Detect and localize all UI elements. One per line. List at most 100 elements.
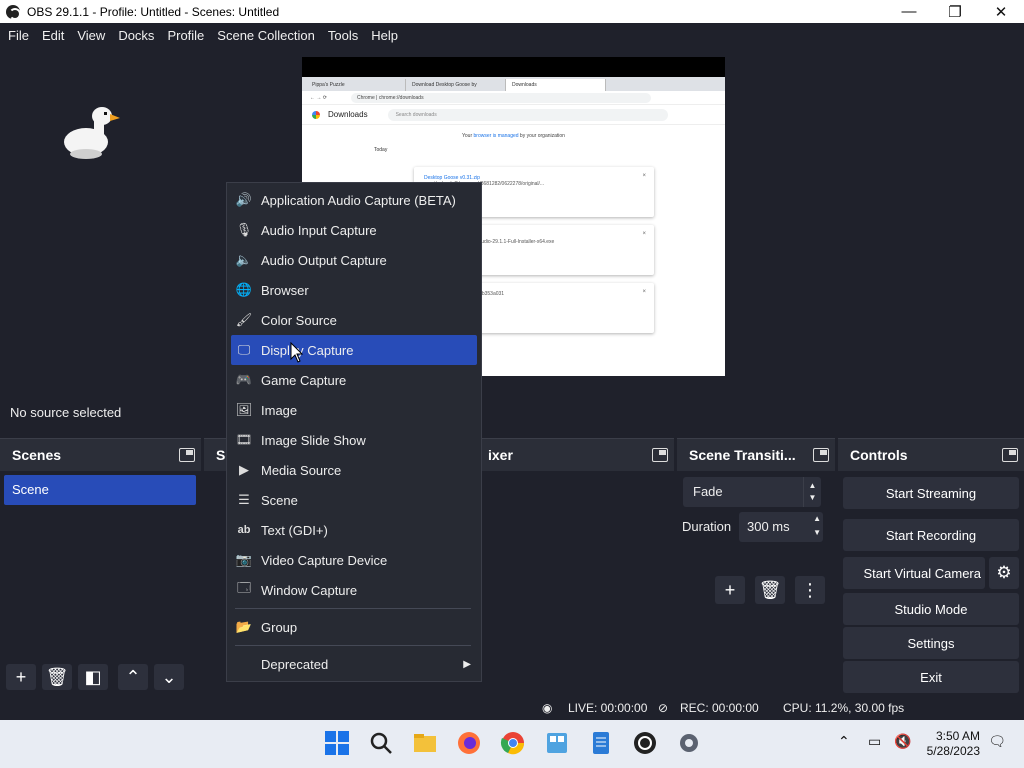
- menu-help[interactable]: Help: [371, 28, 398, 43]
- add-transition-button[interactable]: +: [715, 576, 745, 604]
- microphone-icon: 🎙: [235, 222, 253, 237]
- studio-mode-button[interactable]: Studio Mode: [843, 593, 1019, 625]
- scene-filters-button[interactable]: ◧: [78, 664, 108, 690]
- menu-scene-collection[interactable]: Scene Collection: [217, 28, 315, 43]
- volume-icon[interactable]: 🔇: [894, 733, 911, 750]
- menu-item-app-audio-capture[interactable]: 🔊 Application Audio Capture (BETA): [231, 185, 477, 215]
- settings-button[interactable]: Settings: [843, 627, 1019, 659]
- menu-item-group[interactable]: 📂 Group: [231, 612, 477, 642]
- minimize-button[interactable]: —: [886, 0, 932, 23]
- menu-item-game-capture[interactable]: 🎮 Game Capture: [231, 365, 477, 395]
- notepad-icon[interactable]: [588, 730, 614, 756]
- scene-list-item[interactable]: Scene: [4, 475, 196, 505]
- menu-edit[interactable]: Edit: [42, 28, 64, 43]
- start-virtual-camera-button[interactable]: Start Virtual Camera: [843, 557, 985, 589]
- menu-item-audio-output-capture[interactable]: 🔈 Audio Output Capture: [231, 245, 477, 275]
- live-signal-icon: ◉: [542, 701, 553, 715]
- image-icon: 🖼: [235, 402, 253, 417]
- menu-item-image-slide-show[interactable]: 🎞 Image Slide Show: [231, 425, 477, 455]
- add-source-context-menu: 🔊 Application Audio Capture (BETA) 🎙 Audio…: [226, 182, 482, 682]
- menu-item-audio-input-capture[interactable]: 🎙 Audio Input Capture: [231, 215, 477, 245]
- menu-item-display-capture[interactable]: 🖵 Display Capture: [231, 335, 477, 365]
- settings-gear-icon[interactable]: [676, 730, 702, 756]
- windows-start-icon[interactable]: [324, 730, 350, 756]
- menu-item-deprecated[interactable]: Deprecated ▶: [231, 649, 477, 679]
- move-up-button[interactable]: ⌃: [118, 664, 148, 690]
- notification-icon[interactable]: 🗨: [988, 733, 1006, 750]
- mouse-cursor-icon: [290, 342, 304, 363]
- monitor-icon: 🖵: [237, 342, 251, 357]
- remove-scene-button[interactable]: 🗑: [42, 664, 72, 690]
- move-down-button[interactable]: ⌄: [154, 664, 184, 690]
- title-bar: OBS 29.1.1 - Profile: Untitled - Scenes:…: [0, 0, 1024, 23]
- transition-select[interactable]: Fade ▲ ▼: [683, 477, 821, 507]
- menu-separator: [235, 608, 471, 609]
- speaker-icon: 🔈: [235, 252, 253, 267]
- file-explorer-icon[interactable]: [412, 730, 438, 756]
- obs-logo-icon: [6, 4, 21, 20]
- browser-tab: Download Desktop Goose by: [406, 79, 506, 91]
- scenes-title: Scenes: [12, 447, 62, 463]
- undock-icon[interactable]: [813, 448, 829, 462]
- windows-taskbar: ⌃ ▭ 🔇 3:50 AM 5/28/2023 🗨: [0, 720, 1024, 768]
- remove-transition-button[interactable]: 🗑: [755, 576, 785, 604]
- firefox-icon[interactable]: [456, 730, 482, 756]
- menu-item-color-source[interactable]: 🖌 Color Source: [231, 305, 477, 335]
- menu-item-media-source[interactable]: ▶ Media Source: [231, 455, 477, 485]
- add-scene-button[interactable]: +: [6, 664, 36, 690]
- menu-tools[interactable]: Tools: [328, 28, 358, 43]
- brush-icon: 🖌: [235, 312, 253, 327]
- controls-title: Controls: [850, 447, 908, 463]
- chevron-updown-icon: ▲ ▼: [803, 477, 821, 507]
- menu-profile[interactable]: Profile: [167, 28, 204, 43]
- chrome-icon: [312, 110, 320, 119]
- undock-icon[interactable]: [652, 448, 668, 462]
- menu-item-browser[interactable]: 🌐 Browser: [231, 275, 477, 305]
- app-grid-icon[interactable]: [544, 730, 570, 756]
- rec-timer: REC: 00:00:00: [680, 701, 759, 715]
- start-recording-button[interactable]: Start Recording: [843, 519, 1019, 551]
- maximize-button[interactable]: ❐: [932, 0, 978, 23]
- exit-button[interactable]: Exit: [843, 661, 1019, 693]
- browser-tab: Pippa's Puzzle: [306, 79, 406, 91]
- no-source-label: No source selected: [10, 404, 122, 420]
- play-icon: ▶: [239, 462, 249, 477]
- managed-notice: Your browser is managed by your organiza…: [462, 133, 565, 139]
- start-streaming-button[interactable]: Start Streaming: [843, 477, 1019, 509]
- menu-separator: [235, 645, 471, 646]
- submenu-arrow-icon: ▶: [463, 658, 471, 670]
- network-icon[interactable]: ▭: [868, 733, 881, 750]
- camera-icon: 📷: [235, 552, 253, 567]
- desktop-goose-icon: [64, 107, 120, 159]
- close-button[interactable]: ✕: [978, 0, 1024, 23]
- menu-item-image[interactable]: 🖼 Image: [231, 395, 477, 425]
- scene-transitions-dock: Scene Transiti... Fade ▲ ▼ Duration 300 ms…: [677, 438, 835, 694]
- undock-icon[interactable]: [179, 448, 195, 462]
- globe-icon: 🌐: [235, 282, 253, 297]
- menu-item-video-capture-device[interactable]: 📷 Video Capture Device: [231, 545, 477, 575]
- menu-file[interactable]: File: [8, 28, 29, 43]
- gamepad-icon: 🎮: [235, 372, 253, 387]
- virtual-camera-settings-gear-icon[interactable]: ⚙: [989, 557, 1019, 589]
- menu-bar: File Edit View Docks Profile Scene Colle…: [0, 23, 1024, 47]
- menu-item-scene[interactable]: ☰ Scene: [231, 485, 477, 515]
- menu-view[interactable]: View: [77, 28, 105, 43]
- browser-tab: Downloads: [506, 79, 606, 91]
- taskbar-clock[interactable]: 3:50 AM 5/28/2023: [927, 729, 980, 759]
- today-label: Today: [374, 147, 388, 153]
- window-icon: 🗔: [236, 580, 252, 595]
- chevron-up-icon[interactable]: ⌃: [838, 733, 850, 750]
- menu-docks[interactable]: Docks: [118, 28, 154, 43]
- text-icon: ab: [237, 524, 251, 536]
- search-icon[interactable]: [368, 730, 394, 756]
- menu-item-window-capture[interactable]: 🗔 Window Capture: [231, 575, 477, 605]
- live-timer: LIVE: 00:00:00: [568, 701, 648, 715]
- duration-spinbox[interactable]: 300 ms ▲ ▼: [739, 512, 823, 542]
- menu-item-text-gdi[interactable]: ab Text (GDI+): [231, 515, 477, 545]
- chrome-icon[interactable]: [500, 730, 526, 756]
- transition-properties-button[interactable]: ⋮: [795, 576, 825, 604]
- app-audio-icon: 🔊: [235, 192, 253, 207]
- undock-icon[interactable]: [1002, 448, 1018, 462]
- obs-taskbar-icon[interactable]: [632, 730, 658, 756]
- list-icon: ☰: [238, 492, 250, 507]
